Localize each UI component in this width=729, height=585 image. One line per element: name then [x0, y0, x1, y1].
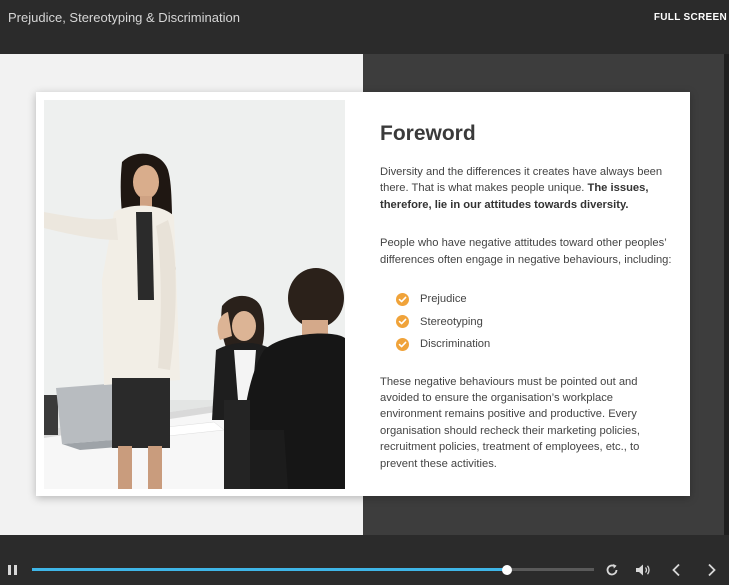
volume-icon[interactable] [634, 562, 652, 578]
list-item-label: Prejudice [420, 293, 467, 306]
slide-heading: Foreword [380, 122, 476, 145]
list-item-label: Stereotyping [420, 315, 483, 328]
list-item-label: Discrimination [420, 338, 491, 351]
slide-card: Foreword Diversity and the differences i… [36, 92, 690, 496]
progress-fill [32, 568, 508, 571]
top-bar: Prejudice, Stereotyping & Discrimination… [0, 0, 729, 54]
check-circle-icon [396, 315, 409, 329]
pause-icon[interactable] [5, 563, 19, 577]
replay-icon[interactable] [604, 562, 620, 578]
player-controls [0, 535, 729, 585]
progress-track[interactable] [32, 564, 594, 575]
intro-paragraph: Diversity and the differences it creates… [380, 164, 676, 213]
slide-photo [44, 100, 345, 489]
course-title: Prejudice, Stereotyping & Discrimination [8, 10, 240, 25]
check-circle-icon [396, 337, 409, 351]
conclusion-paragraph: These negative behaviours must be pointe… [380, 375, 640, 470]
list-item: Prejudice [396, 288, 676, 311]
behaviour-list: Prejudice Stereotyping Discrimination [396, 288, 676, 356]
chevron-left-icon[interactable] [669, 562, 683, 578]
chevron-right-icon[interactable] [705, 562, 719, 578]
stage-right-edge [724, 54, 729, 535]
list-item: Discrimination [396, 333, 676, 356]
list-item: Stereotyping [396, 311, 676, 334]
slide-content: Foreword Diversity and the differences i… [380, 122, 676, 472]
check-circle-icon [396, 292, 409, 306]
progress-handle[interactable] [502, 564, 513, 575]
behaviours-paragraph: People who have negative attitudes towar… [380, 237, 672, 266]
fullscreen-button[interactable]: FULL SCREEN [654, 12, 727, 23]
